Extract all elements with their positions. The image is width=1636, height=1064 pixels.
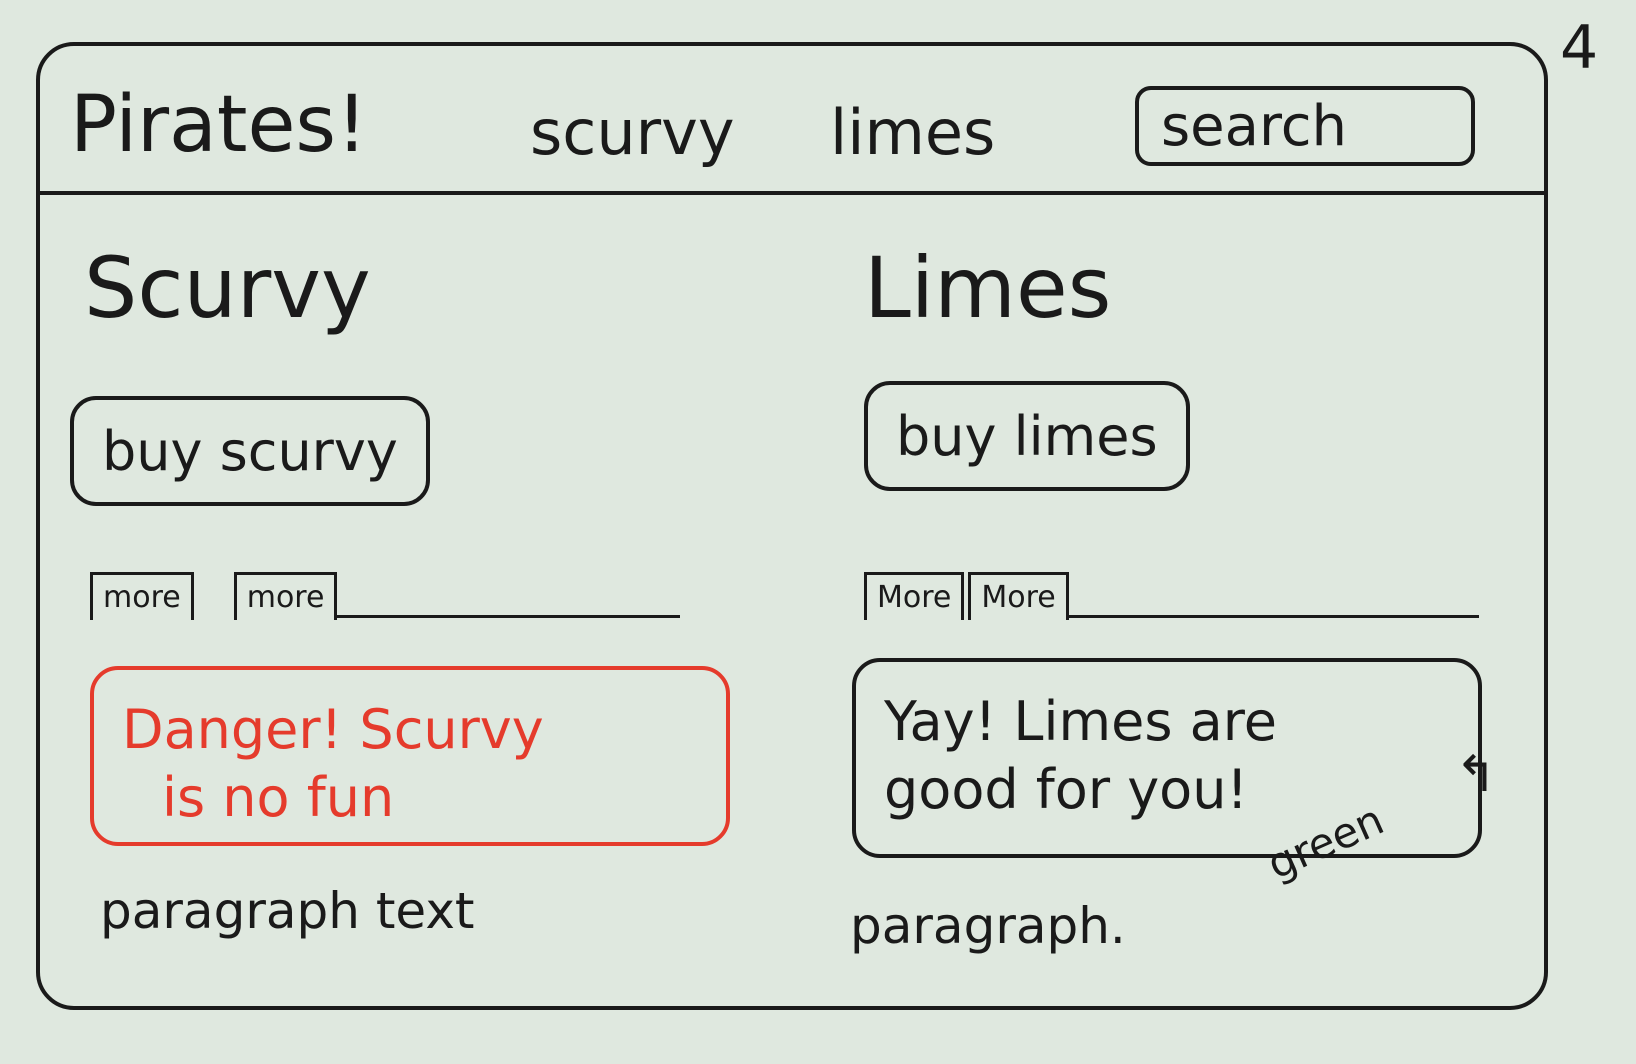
buy-limes-button[interactable]: buy limes	[864, 381, 1190, 491]
paragraph-text: paragraph.	[850, 897, 1126, 955]
alert-line-1: Yay! Limes are	[884, 690, 1277, 753]
section-title: Limes	[864, 239, 1112, 337]
brand-logo[interactable]: Pirates!	[70, 86, 367, 164]
tab-baseline	[337, 615, 680, 618]
tab-more-2[interactable]: more	[233, 572, 338, 620]
tab-bar: More More	[864, 564, 1479, 620]
tab-more-1[interactable]: More	[864, 572, 965, 620]
section-title: Scurvy	[84, 239, 371, 337]
success-alert: Yay! Limes are good for you!	[852, 658, 1482, 858]
nav-link-limes[interactable]: limes	[830, 102, 995, 164]
tab-more-2[interactable]: More	[968, 572, 1069, 620]
section-scurvy: Scurvy buy scurvy more more Danger! Scur…	[70, 246, 770, 986]
page-number: 4	[1560, 13, 1599, 83]
buy-scurvy-button[interactable]: buy scurvy	[70, 396, 430, 506]
alert-line-1: Danger! Scurvy	[122, 698, 544, 761]
alert-line-2: is no fun	[162, 765, 395, 829]
tab-more-1[interactable]: more	[90, 572, 194, 620]
section-limes: Limes buy limes More More Yay! Limes are…	[850, 246, 1550, 986]
tab-baseline	[1068, 615, 1479, 618]
curved-arrow-icon: ↰	[1455, 745, 1497, 803]
danger-alert: Danger! Scurvy is no fun	[90, 666, 730, 846]
tab-bar: more more	[90, 564, 680, 620]
paragraph-text: paragraph text	[100, 882, 475, 940]
nav-link-scurvy[interactable]: scurvy	[530, 102, 735, 164]
search-input[interactable]	[1135, 86, 1475, 166]
top-navbar: Pirates! scurvy limes	[40, 46, 1544, 195]
